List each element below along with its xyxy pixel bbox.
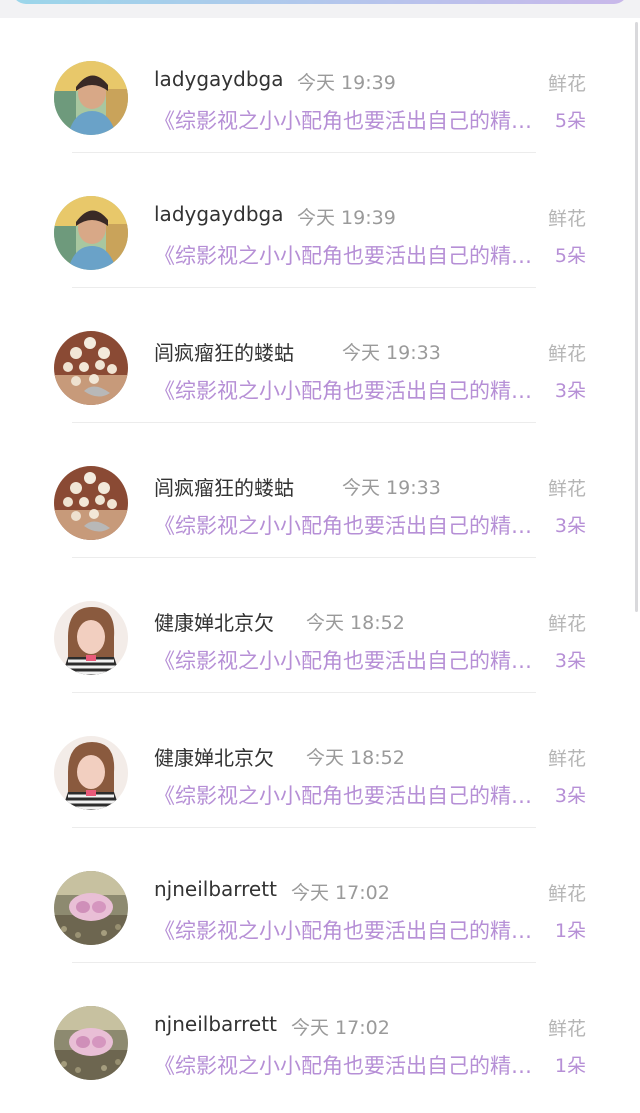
username[interactable]: njneilbarrett <box>154 877 277 901</box>
pearl-brooch-avatar-icon[interactable] <box>54 466 128 540</box>
username[interactable]: 闾疯瘤狂的蝼蛄 <box>154 472 310 501</box>
list-item[interactable]: ladygaydbga 今天 19:39 鲜花 《综影视之小小配角也要活出自己的… <box>0 153 640 288</box>
book-title-link[interactable]: 《综影视之小小配角也要活出自己的精彩》 <box>154 510 534 540</box>
portrait-young-man-avatar-icon[interactable] <box>54 196 128 270</box>
list-item[interactable]: njneilbarrett 今天 17:02 鲜花 《综影视之小小配角也要活出自… <box>0 963 640 1098</box>
scrollbar[interactable] <box>635 22 638 612</box>
timestamp: 今天 17:02 <box>291 1017 390 1039</box>
username[interactable]: 健康婵北京欠 <box>154 742 274 771</box>
timestamp: 今天 19:39 <box>297 207 396 229</box>
gift-count: 5朵 <box>554 110 586 132</box>
top-header-strip <box>0 0 640 18</box>
timestamp: 今天 18:52 <box>306 612 405 634</box>
list-item[interactable]: 健康婵北京欠 今天 18:52 鲜花 《综影视之小小配角也要活出自己的精彩》 3… <box>0 558 640 693</box>
gift-count: 5朵 <box>554 245 586 267</box>
book-title-link[interactable]: 《综影视之小小配角也要活出自己的精彩》 <box>154 1050 534 1080</box>
portrait-woman-avatar-icon[interactable] <box>54 736 128 810</box>
gift-count: 3朵 <box>554 785 586 807</box>
gift-type-label: 鲜花 <box>547 73 586 95</box>
gift-count: 1朵 <box>554 1055 586 1077</box>
pink-shell-avatar-icon[interactable] <box>54 1006 128 1080</box>
gift-type-label: 鲜花 <box>547 883 586 905</box>
pink-shell-avatar-icon[interactable] <box>54 871 128 945</box>
book-title-link[interactable]: 《综影视之小小配角也要活出自己的精彩》 <box>154 240 534 270</box>
username[interactable]: 闾疯瘤狂的蝼蛄 <box>154 337 310 366</box>
portrait-young-man-avatar-icon[interactable] <box>54 61 128 135</box>
book-title-link[interactable]: 《综影视之小小配角也要活出自己的精彩》 <box>154 780 534 810</box>
username[interactable]: 健康婵北京欠 <box>154 607 274 636</box>
timestamp: 今天 19:33 <box>342 342 441 364</box>
gift-count: 1朵 <box>554 920 586 942</box>
gift-type-label: 鲜花 <box>547 343 586 365</box>
list-item[interactable]: 健康婵北京欠 今天 18:52 鲜花 《综影视之小小配角也要活出自己的精彩》 3… <box>0 693 640 828</box>
gift-type-label: 鲜花 <box>547 748 586 770</box>
timestamp: 今天 18:52 <box>306 747 405 769</box>
book-title-link[interactable]: 《综影视之小小配角也要活出自己的精彩》 <box>154 915 534 945</box>
list-item[interactable]: njneilbarrett 今天 17:02 鲜花 《综影视之小小配角也要活出自… <box>0 828 640 963</box>
timestamp: 今天 19:39 <box>297 72 396 94</box>
list-item[interactable]: 闾疯瘤狂的蝼蛄 今天 19:33 鲜花 《综影视之小小配角也要活出自己的精彩》 … <box>0 288 640 423</box>
timestamp: 今天 17:02 <box>291 882 390 904</box>
gift-type-label: 鲜花 <box>547 208 586 230</box>
header-gradient-bar <box>12 0 628 4</box>
gift-type-label: 鲜花 <box>547 613 586 635</box>
gift-count: 3朵 <box>554 515 586 537</box>
gift-type-label: 鲜花 <box>547 478 586 500</box>
username[interactable]: ladygaydbga <box>154 202 283 226</box>
portrait-woman-avatar-icon[interactable] <box>54 601 128 675</box>
gift-count: 3朵 <box>554 380 586 402</box>
username[interactable]: ladygaydbga <box>154 67 283 91</box>
gift-count: 3朵 <box>554 650 586 672</box>
gift-record-list: ladygaydbga 今天 19:39 鲜花 《综影视之小小配角也要活出自己的… <box>0 18 640 1098</box>
pearl-brooch-avatar-icon[interactable] <box>54 331 128 405</box>
list-item[interactable]: 闾疯瘤狂的蝼蛄 今天 19:33 鲜花 《综影视之小小配角也要活出自己的精彩》 … <box>0 423 640 558</box>
timestamp: 今天 19:33 <box>342 477 441 499</box>
gift-type-label: 鲜花 <box>547 1018 586 1040</box>
list-item[interactable]: ladygaydbga 今天 19:39 鲜花 《综影视之小小配角也要活出自己的… <box>0 18 640 153</box>
username[interactable]: njneilbarrett <box>154 1012 277 1036</box>
book-title-link[interactable]: 《综影视之小小配角也要活出自己的精彩》 <box>154 645 534 675</box>
book-title-link[interactable]: 《综影视之小小配角也要活出自己的精彩》 <box>154 105 534 135</box>
book-title-link[interactable]: 《综影视之小小配角也要活出自己的精彩》 <box>154 375 534 405</box>
